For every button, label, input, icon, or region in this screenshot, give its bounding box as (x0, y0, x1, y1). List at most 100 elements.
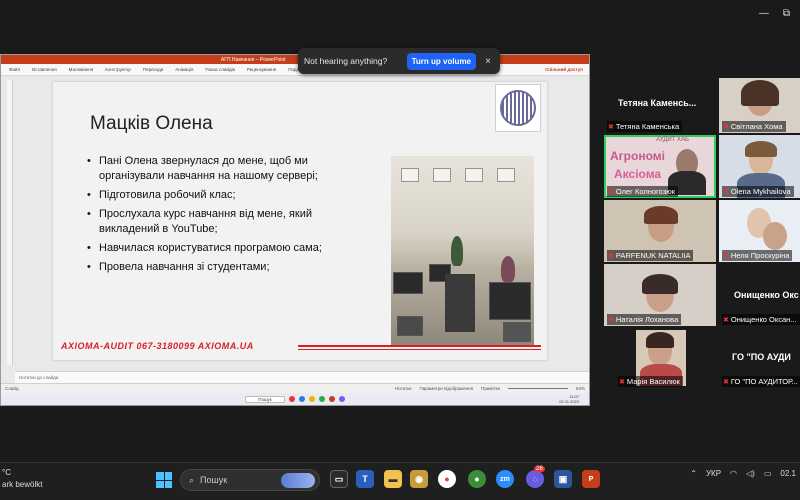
participant-label: ✖ Olena Mykhailova (722, 186, 794, 197)
mic-muted-icon: ✖ (608, 188, 614, 196)
bullet-item: Підготовила робочий клас; (87, 188, 367, 203)
clock[interactable]: 02.1 (780, 469, 796, 478)
toast-message: Not hearing anything? (304, 56, 388, 66)
participant-label: ✖ Тетяна Каменська (607, 121, 683, 132)
participant-label: ✖ Неля Проскуріна (722, 250, 793, 261)
ppt-ribbon-tabs: Файл Вставлення Малювання Конструктор Пе… (1, 64, 589, 76)
shared-search: Пошук (245, 395, 285, 403)
mic-muted-icon: ✖ (723, 316, 729, 324)
participant-label: ✖ PARFENUK NATALIIA (607, 250, 694, 261)
participant-tile[interactable]: ✖ Світлана Хома (719, 78, 800, 133)
app-icon (308, 396, 315, 402)
viber-icon[interactable]: ◌ (526, 470, 544, 488)
audio-toast: Not hearing anything? Turn up volume × (298, 48, 500, 74)
chevron-up-icon[interactable]: ⌃ (690, 469, 697, 478)
mic-muted-icon: ✖ (608, 123, 614, 131)
search-icon: ⌕ (189, 474, 195, 485)
university-logo (495, 84, 541, 132)
shared-screen-powerpoint: АГП Навчання – PowerPoint Пошук Файл Вст… (0, 54, 590, 406)
participant-tile[interactable]: ✖ Онищенко Оксан... (719, 311, 800, 326)
footer-rule-thin (298, 349, 541, 350)
taskview-icon[interactable]: ▭ (330, 470, 348, 488)
wifi-icon[interactable]: ◠ (730, 469, 737, 478)
turn-up-volume-button[interactable]: Turn up volume (406, 52, 476, 70)
slide-bullets: Пані Олена звернулася до мене, щоб ми ор… (87, 154, 367, 279)
ribbon-tab[interactable]: Файл (3, 67, 26, 72)
bullet-item: Прослухала курс навчання від мене, який … (87, 207, 367, 237)
windows-start-icon[interactable] (156, 472, 172, 488)
file-explorer-icon[interactable]: ▬ (384, 470, 402, 488)
participant-tile[interactable]: ✖ Наталія Лоханова (604, 264, 716, 326)
ribbon-tab[interactable]: Переходи (137, 67, 169, 72)
tile-text-agro: Агрономі (610, 149, 665, 163)
zoom-level: 64% (575, 386, 585, 391)
participant-label: ✖ ГО "ПО АУДИТОР... (722, 376, 800, 387)
bullet-item: Навчилася користуватися програмою сама; (87, 241, 367, 256)
shared-taskbar: Пошук 11:07 02.11.2023 (1, 393, 589, 405)
ribbon-tab[interactable]: Показ слайдів (199, 67, 240, 72)
teams-icon[interactable]: T (356, 470, 374, 488)
display-settings-button[interactable]: Параметри відображення (420, 386, 474, 391)
zoom-slider[interactable] (507, 388, 568, 389)
powerpoint-icon[interactable]: P (582, 470, 600, 488)
volume-icon[interactable]: ◁) (746, 469, 755, 478)
app-icon (288, 396, 295, 402)
participant-label: ✖ Онищенко Оксан... (722, 314, 800, 325)
app-icon (328, 396, 335, 402)
viewer-icon[interactable]: ◉ (410, 470, 428, 488)
close-icon[interactable]: × (482, 56, 494, 67)
participant-tile[interactable]: ✖ Марія Василюк (604, 373, 716, 388)
chrome-profile-icon[interactable]: ● (468, 470, 486, 488)
mic-muted-icon: ✖ (723, 378, 729, 386)
ppt-statusbar: Слайд Нотатки Параметри відображення При… (1, 383, 589, 393)
weather-widget[interactable]: °C ark bewölkt (2, 467, 42, 491)
mic-muted-icon: ✖ (619, 378, 625, 386)
save-app-icon[interactable]: ▣ (554, 470, 572, 488)
zoom-icon[interactable]: zm (496, 470, 514, 488)
mic-muted-icon: ✖ (723, 252, 729, 260)
window-controls: — ⧉ (759, 8, 790, 19)
footer-rule (298, 345, 541, 347)
ribbon-tab[interactable]: Анімація (169, 67, 199, 72)
participant-big-name: ГО "ПО АУДИ (732, 352, 791, 362)
participant-label: ✖ Наталія Лоханова (607, 314, 682, 325)
ribbon-tab[interactable]: Конструктор (99, 67, 137, 72)
participant-tile[interactable]: ✖ Olena Mykhailova (719, 135, 800, 198)
participant-tile[interactable]: ✖ PARFENUK NATALIIA (604, 200, 716, 262)
zoom-meeting-window: — ⧉ АГП Навчання – PowerPoint Пошук Файл… (0, 0, 800, 500)
share-button[interactable]: Спільний доступ (539, 67, 589, 72)
bullet-item: Провела навчання зі студентами; (87, 260, 367, 275)
ribbon-tab[interactable]: Малювання (63, 67, 100, 72)
comments-button[interactable]: Примітки (481, 386, 500, 391)
ribbon-tab[interactable]: Вставлення (26, 67, 63, 72)
minimize-icon[interactable]: — (759, 8, 769, 19)
participant-tile[interactable]: ✖ Неля Проскуріна (719, 200, 800, 262)
battery-icon[interactable]: ▭ (764, 469, 772, 478)
mic-muted-icon: ✖ (723, 188, 729, 196)
notification-badge: 26 (534, 466, 545, 472)
participant-big-name: Онищенко Окс (734, 290, 799, 300)
participant-tile[interactable]: ✖ Тетяна Каменська (604, 119, 716, 133)
participant-label: ✖ Світлана Хома (722, 121, 786, 132)
participant-big-name: Тетяна Каменсь... (618, 98, 697, 108)
participant-label: ✖ Марія Василюк (618, 376, 683, 387)
chrome-icon[interactable]: ● (438, 470, 456, 488)
app-icon (298, 396, 305, 402)
slide-thumbnails[interactable] (7, 80, 13, 365)
language-indicator[interactable]: УКР (706, 469, 721, 478)
taskbar-search[interactable]: ⌕ Пошук (180, 469, 320, 491)
participant-tile[interactable]: ✖ ГО "ПО АУДИТОР... (719, 373, 800, 388)
notes-button[interactable]: Нотатки (395, 386, 412, 391)
current-slide: Мацків Олена Пані Олена звернулася до ме… (53, 82, 547, 360)
ribbon-tab[interactable]: Рецензування (241, 67, 282, 72)
mic-muted-icon: ✖ (608, 316, 614, 324)
shared-clock: 11:07 02.11.2023 (559, 394, 579, 404)
mic-muted-icon: ✖ (608, 252, 614, 260)
mic-muted-icon: ✖ (723, 123, 729, 131)
ppt-titlebar: АГП Навчання – PowerPoint Пошук (1, 55, 589, 64)
app-icon (338, 396, 345, 402)
tile-text-audit: АУДИТ ХАБ (656, 137, 689, 143)
fullscreen-icon[interactable]: ⧉ (783, 8, 790, 19)
notes-pane[interactable]: Нотатки до слайда (15, 371, 589, 383)
participant-tile-active[interactable]: Агрономі Аксіома АУДИТ ХАБ ✖ Олег Колного… (604, 135, 716, 198)
